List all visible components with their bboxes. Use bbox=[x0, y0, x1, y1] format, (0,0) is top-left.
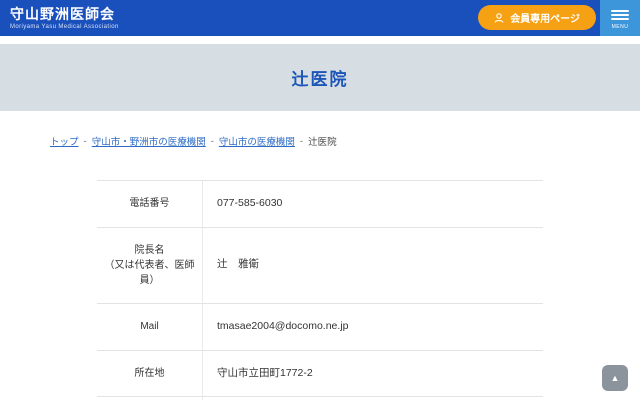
logo-title: 守山野洲医師会 bbox=[10, 6, 119, 23]
hamburger-icon bbox=[611, 10, 629, 12]
table-row-phone: 電話番号 077-585-6030 bbox=[97, 181, 543, 228]
breadcrumb-separator: - bbox=[84, 136, 87, 147]
page: 守山野洲医師会 Moriyama Yasu Medical Associatio… bbox=[0, 0, 640, 400]
page-title: 辻医院 bbox=[292, 65, 349, 90]
row-sublabel: （又は代表者、医師員） bbox=[101, 258, 198, 288]
member-page-button[interactable]: 会員専用ページ bbox=[478, 5, 596, 30]
breadcrumb-link-top[interactable]: トップ bbox=[50, 134, 79, 148]
menu-button[interactable]: MENU bbox=[600, 0, 640, 36]
row-label: Mail bbox=[140, 319, 158, 334]
table-row-mail: Mail tmasae2004@docomo.ne.jp bbox=[97, 304, 543, 351]
scroll-to-top-button[interactable]: ▲ bbox=[602, 365, 628, 391]
row-value: tmasae2004@docomo.ne.jp bbox=[203, 304, 543, 350]
breadcrumb-link-moriyama-institutions[interactable]: 守山市の医療機関 bbox=[219, 134, 295, 148]
breadcrumb-separator: - bbox=[211, 136, 214, 147]
breadcrumb-current: 辻医院 bbox=[308, 134, 337, 148]
logo-subtitle: Moriyama Yasu Medical Association bbox=[10, 24, 119, 30]
row-value: 077-585-6030 bbox=[203, 181, 543, 227]
breadcrumb-separator: - bbox=[300, 136, 303, 147]
row-label: 電話番号 bbox=[130, 196, 170, 211]
row-label: 院長名 bbox=[135, 243, 165, 258]
table-row-director: 院長名 （又は代表者、医師員） 辻 雅衛 bbox=[97, 228, 543, 304]
table-row-address: 所在地 守山市立田町1772-2 bbox=[97, 351, 543, 398]
row-label: 所在地 bbox=[135, 366, 165, 381]
header: 守山野洲医師会 Moriyama Yasu Medical Associatio… bbox=[0, 0, 640, 36]
logo[interactable]: 守山野洲医師会 Moriyama Yasu Medical Associatio… bbox=[0, 6, 119, 30]
person-icon bbox=[494, 13, 504, 23]
breadcrumb: トップ - 守山市・野洲市の医療機関 - 守山市の医療機関 - 辻医院 bbox=[50, 134, 640, 148]
arrow-up-icon: ▲ bbox=[611, 373, 620, 383]
row-value: 守山市立田町1772-2 bbox=[203, 351, 543, 397]
menu-label: MENU bbox=[612, 24, 629, 30]
clinic-detail-table: 電話番号 077-585-6030 院長名 （又は代表者、医師員） 辻 雅衛 M… bbox=[97, 180, 543, 400]
page-title-band: 辻医院 bbox=[0, 44, 640, 111]
row-value: 辻 雅衛 bbox=[203, 228, 543, 303]
member-page-label: 会員専用ページ bbox=[510, 10, 580, 25]
breadcrumb-link-moriyama-yasu-institutions[interactable]: 守山市・野洲市の医療機関 bbox=[92, 134, 206, 148]
